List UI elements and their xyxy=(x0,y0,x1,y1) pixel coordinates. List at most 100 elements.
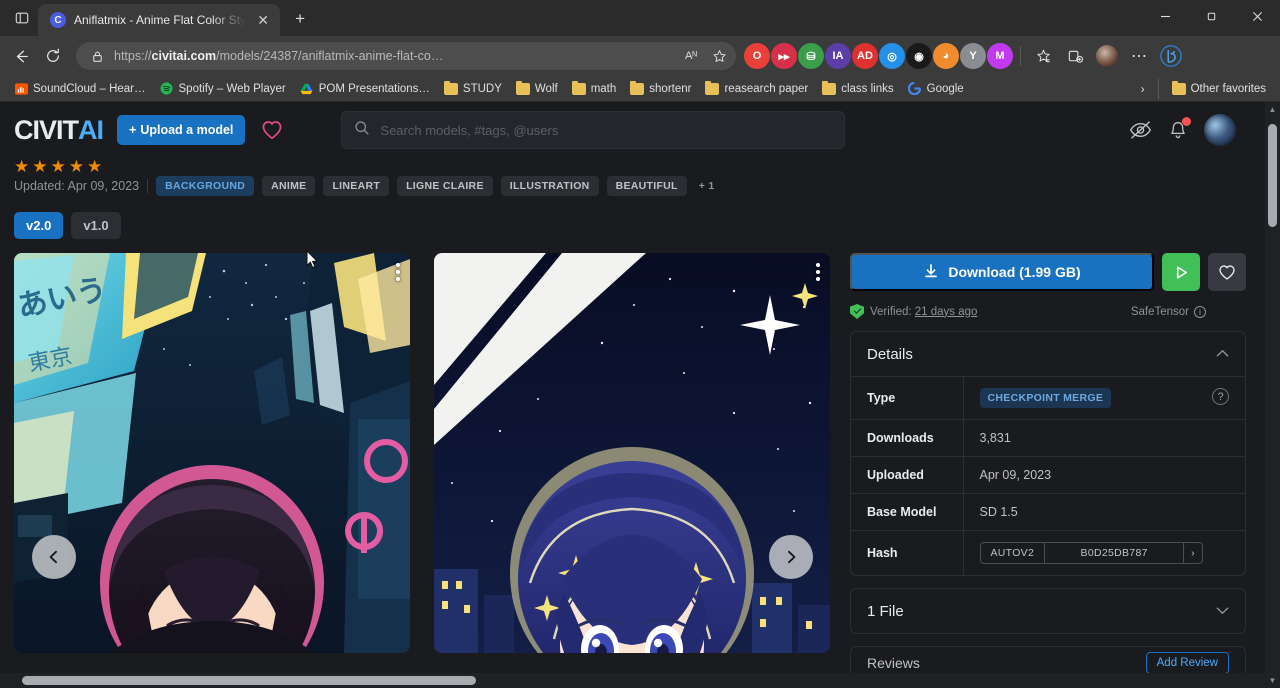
add-favorite-icon[interactable] xyxy=(708,45,730,67)
user-avatar[interactable] xyxy=(1204,114,1236,146)
horizontal-scroll-thumb[interactable] xyxy=(22,676,476,685)
vertical-scrollbar[interactable]: ▲ ▼ xyxy=(1265,102,1280,688)
opera-extension[interactable]: O xyxy=(744,43,770,69)
heart-icon[interactable] xyxy=(259,117,285,143)
more-options-icon[interactable] xyxy=(816,263,820,281)
upload-a-model-button[interactable]: + Upload a model xyxy=(117,115,245,145)
tags-overflow[interactable]: + 1 xyxy=(695,176,724,196)
bookmark-item[interactable]: POM Presentations… xyxy=(294,80,436,98)
tampermonkey-extension[interactable]: ⛁ xyxy=(798,43,824,69)
vertical-scroll-thumb[interactable] xyxy=(1268,124,1277,227)
profile-icon[interactable] xyxy=(1092,41,1122,71)
details-table: Type?CHECKPOINT MERGEDownloads3,831Uploa… xyxy=(851,376,1245,575)
files-panel: 1 File xyxy=(850,588,1246,634)
address-bar[interactable]: https://civitai.com/models/24387/aniflat… xyxy=(76,42,736,70)
tab-search-button[interactable] xyxy=(6,3,38,33)
model-body: あいう 東京 xyxy=(0,239,1280,680)
bookmark-item[interactable]: shortenr xyxy=(624,80,697,98)
bookmark-item[interactable]: STUDY xyxy=(438,80,508,98)
details-row: UploadedApr 09, 2023 xyxy=(851,457,1245,494)
run-model-button[interactable] xyxy=(1162,253,1200,291)
model-type-chip[interactable]: CHECKPOINT MERGE xyxy=(980,388,1112,408)
model-tag[interactable]: BEAUTIFUL xyxy=(607,176,687,196)
shazam-extension[interactable]: ◎ xyxy=(879,43,905,69)
bookmark-item[interactable]: class links xyxy=(816,80,899,98)
eye-off-icon[interactable] xyxy=(1129,120,1152,140)
chevron-up-icon[interactable] xyxy=(1216,347,1229,361)
download-button[interactable]: Download (1.99 GB) xyxy=(850,253,1154,291)
bookmark-item[interactable]: Wolf xyxy=(510,80,564,98)
civitai-logo[interactable]: CIVITAI xyxy=(14,115,103,146)
model-tag[interactable]: ILLUSTRATION xyxy=(501,176,599,196)
gallery-next-button[interactable] xyxy=(769,535,813,579)
browsec-extension[interactable]: ◕ xyxy=(933,43,959,69)
artwork-starry-night xyxy=(434,253,830,653)
folder-icon xyxy=(705,82,719,96)
location-extension[interactable]: ◉ xyxy=(906,43,932,69)
chevron-down-icon[interactable] xyxy=(1216,604,1229,618)
mouse-cursor xyxy=(306,250,318,269)
hash-group[interactable]: AUTOV2B0D25DB787› xyxy=(980,542,1203,564)
search-bar[interactable] xyxy=(341,111,845,149)
model-version-v1.0[interactable]: v1.0 xyxy=(71,212,120,239)
bookmark-item[interactable]: Spotify – Web Player xyxy=(154,80,292,98)
bookmark-label: STUDY xyxy=(463,83,502,95)
star-icon: ★ xyxy=(32,161,47,172)
star-icon: ★ xyxy=(87,161,102,172)
details-row: Type?CHECKPOINT MERGE xyxy=(851,377,1245,420)
browser-tab[interactable]: C Aniflatmix - Anime Flat Color Sty ✕ xyxy=(38,4,280,36)
close-icon[interactable]: ✕ xyxy=(254,11,272,29)
gallery-image-2[interactable] xyxy=(434,253,830,653)
other-favorites-folder[interactable]: Other favorites xyxy=(1166,80,1272,98)
close-window-button[interactable] xyxy=(1234,0,1280,33)
horizontal-scrollbar[interactable] xyxy=(0,673,1265,688)
folder-icon xyxy=(444,82,458,96)
yandex-extension[interactable]: Y xyxy=(960,43,986,69)
search-icon xyxy=(354,120,370,141)
files-panel-header[interactable]: 1 File xyxy=(851,589,1245,633)
adblock-extension[interactable]: AD xyxy=(852,43,878,69)
chevron-right-icon[interactable]: › xyxy=(1184,543,1202,563)
model-tag[interactable]: BACKGROUND xyxy=(156,176,254,196)
bookmarks-overflow-button[interactable]: › xyxy=(1135,82,1151,96)
reload-icon[interactable] xyxy=(38,41,68,71)
verified-date-link[interactable]: 21 days ago xyxy=(915,306,978,318)
internet-archive-extension[interactable]: IA xyxy=(825,43,851,69)
monkey-extension[interactable]: M xyxy=(987,43,1013,69)
collections-icon[interactable] xyxy=(1028,41,1058,71)
model-tag[interactable]: ANIME xyxy=(262,176,315,196)
bookmark-item[interactable]: SoundCloud – Hear… xyxy=(8,80,152,98)
maximize-button[interactable] xyxy=(1188,0,1234,33)
question-icon[interactable]: ? xyxy=(1212,388,1229,405)
bookmark-item[interactable]: math xyxy=(566,80,623,98)
scroll-up-icon[interactable]: ▲ xyxy=(1265,102,1280,117)
model-tag[interactable]: LINEART xyxy=(323,176,389,196)
model-version-v2.0[interactable]: v2.0 xyxy=(14,212,63,239)
bell-icon[interactable] xyxy=(1168,120,1188,141)
minimize-button[interactable] xyxy=(1142,0,1188,33)
add-review-button[interactable]: Add Review xyxy=(1146,652,1229,674)
favorite-model-button[interactable] xyxy=(1208,253,1246,291)
model-tag[interactable]: LIGNE CLAIRE xyxy=(397,176,493,196)
split-screen-icon[interactable] xyxy=(1060,41,1090,71)
settings-and-more-icon[interactable]: ⋯ xyxy=(1124,41,1154,71)
gallery-prev-button[interactable] xyxy=(32,535,76,579)
bookmark-item[interactable]: Google xyxy=(902,80,970,98)
info-icon[interactable]: i xyxy=(1194,306,1206,318)
gallery-image-1[interactable]: あいう 東京 xyxy=(14,253,410,653)
spotify-icon xyxy=(160,82,174,96)
star-icon: ★ xyxy=(51,161,66,172)
bookmark-item[interactable]: reasearch paper xyxy=(699,80,814,98)
copilot-icon[interactable] xyxy=(1156,41,1186,71)
new-tab-button[interactable]: + xyxy=(286,5,314,33)
hash-value: B0D25DB787 xyxy=(1044,543,1184,563)
read-aloud-icon[interactable]: Aᴺ xyxy=(680,45,702,67)
scroll-down-icon[interactable]: ▼ xyxy=(1265,673,1280,688)
back-icon[interactable] xyxy=(6,41,36,71)
details-panel-header[interactable]: Details xyxy=(851,332,1245,376)
more-options-icon[interactable] xyxy=(396,263,400,281)
bookmark-label: SoundCloud – Hear… xyxy=(33,83,146,95)
search-input[interactable] xyxy=(380,123,832,138)
files-title: 1 File xyxy=(867,603,904,620)
fastforward-extension[interactable]: ▸▸ xyxy=(771,43,797,69)
